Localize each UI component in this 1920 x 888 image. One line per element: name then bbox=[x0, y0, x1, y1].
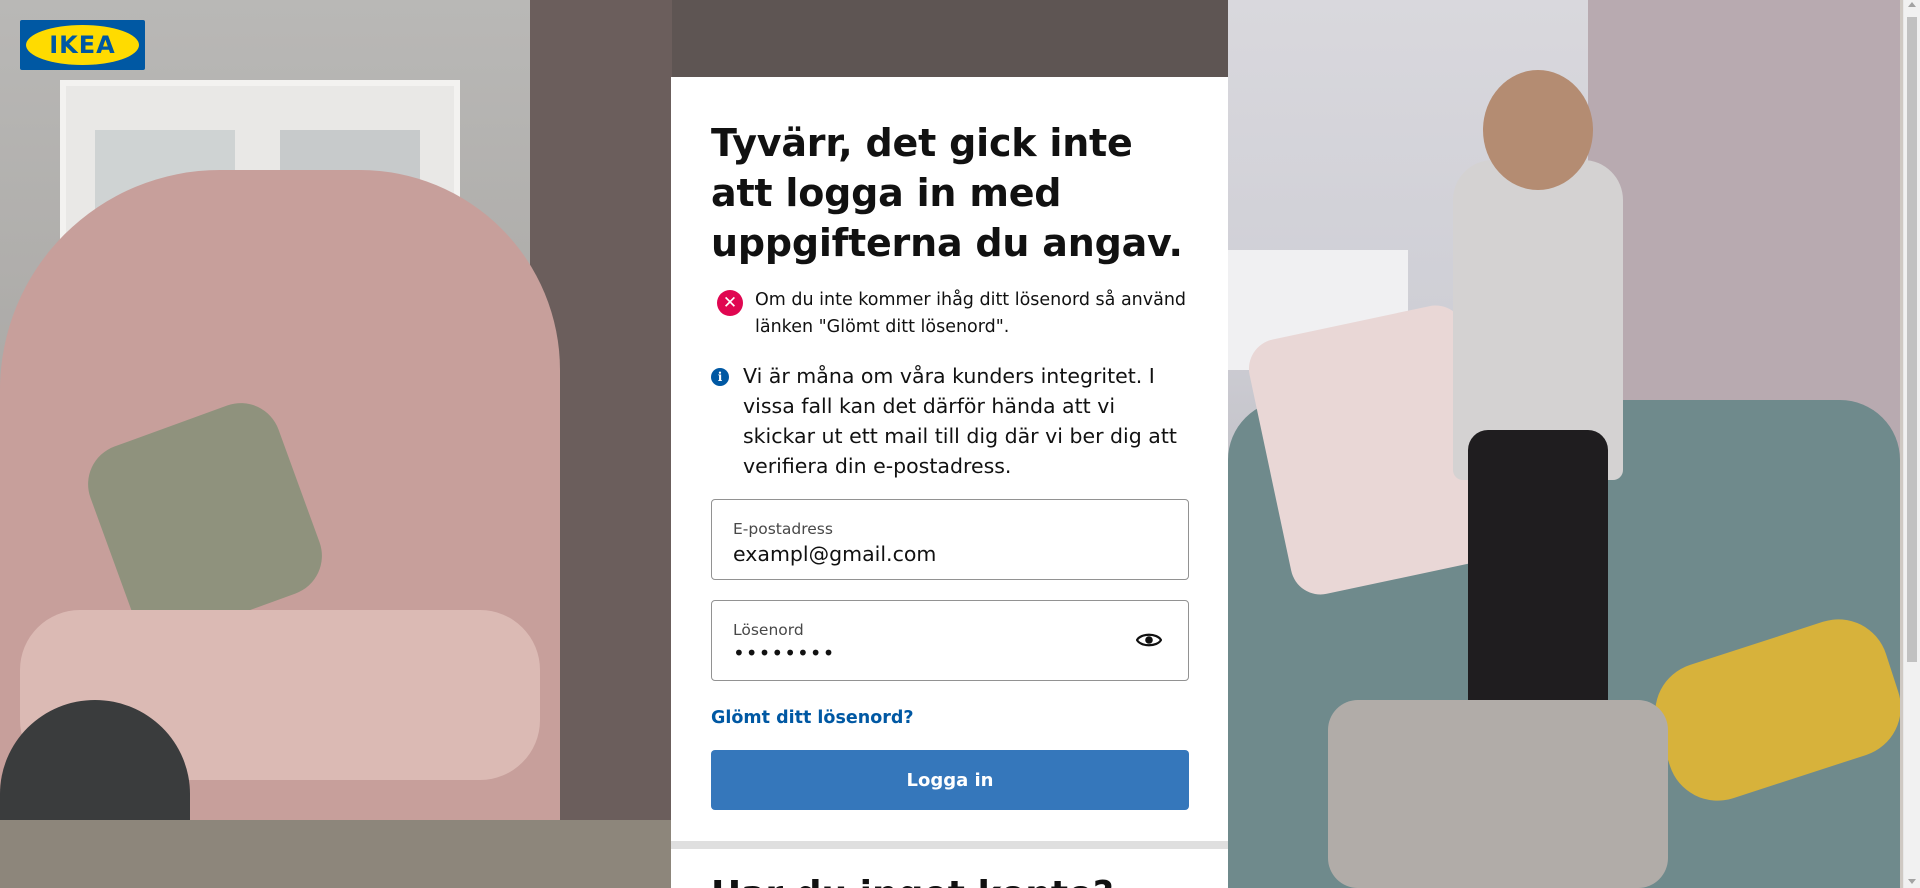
ikea-logo[interactable]: IKEA bbox=[20, 20, 145, 70]
section-divider bbox=[671, 841, 1228, 849]
page-title: Tyvärr, det gick inte att logga in med u… bbox=[711, 121, 1183, 265]
info-text: Vi är måna om våra kunders integritet. I… bbox=[743, 364, 1177, 478]
login-button[interactable]: Logga in bbox=[711, 750, 1189, 810]
close-icon: ✕ bbox=[717, 290, 743, 316]
info-message: i Vi är måna om våra kunders integritet.… bbox=[711, 361, 1188, 481]
background-left-photo bbox=[0, 0, 672, 888]
background-right-photo bbox=[1228, 0, 1900, 888]
error-text: Om du inte kommer ihåg ditt lösenord så … bbox=[755, 290, 1187, 337]
forgot-password-link[interactable]: Glömt ditt lösenord? bbox=[711, 708, 914, 728]
error-message: ✕ Om du inte kommer ihåg ditt lösenord s… bbox=[711, 287, 1188, 341]
info-icon: i bbox=[711, 368, 729, 386]
password-field[interactable]: Lösenord •••••••• bbox=[711, 600, 1189, 681]
eye-icon[interactable] bbox=[1135, 631, 1163, 649]
scroll-down-icon[interactable] bbox=[1908, 879, 1916, 884]
login-card: Tyvärr, det gick inte att logga in med u… bbox=[671, 77, 1228, 888]
password-input[interactable]: •••••••• bbox=[733, 641, 835, 665]
no-account-heading: Har du inget konto? bbox=[711, 874, 1114, 888]
scroll-up-icon[interactable] bbox=[1908, 2, 1916, 7]
password-label: Lösenord bbox=[733, 621, 804, 639]
logo-oval: IKEA bbox=[26, 25, 139, 65]
scrollbar-thumb[interactable] bbox=[1907, 17, 1917, 662]
email-label: E-postadress bbox=[733, 520, 833, 538]
logo-text: IKEA bbox=[49, 31, 116, 59]
email-field[interactable]: E-postadress exampl@gmail.com bbox=[711, 499, 1189, 580]
email-input[interactable]: exampl@gmail.com bbox=[733, 542, 936, 566]
vertical-scrollbar[interactable] bbox=[1903, 0, 1920, 888]
